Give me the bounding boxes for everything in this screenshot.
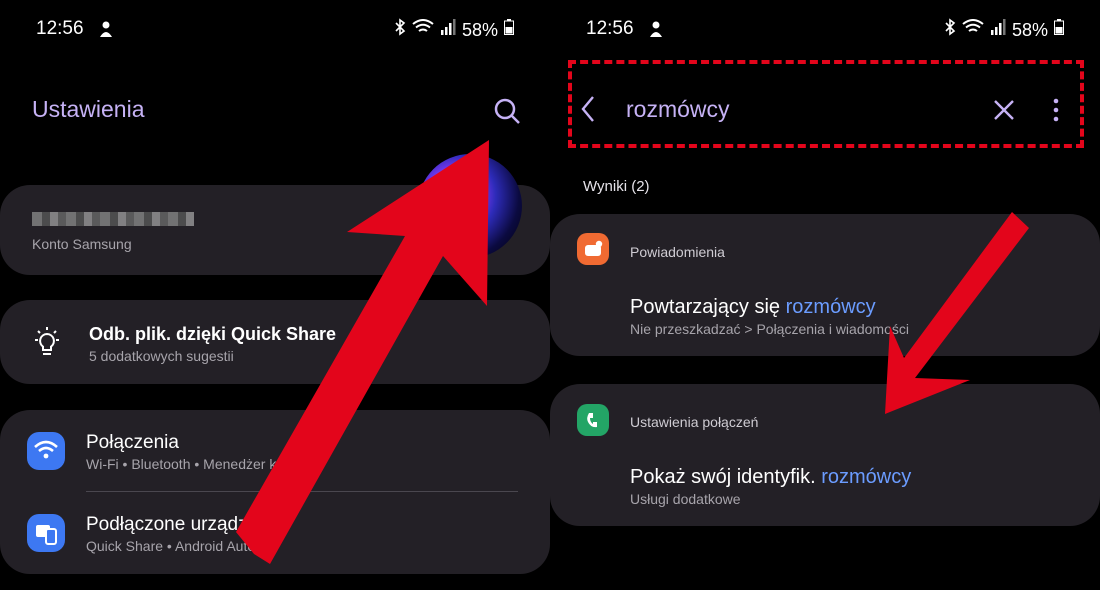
connected-devices-icon [27, 514, 65, 552]
notifications-icon [577, 233, 609, 265]
avatar[interactable] [418, 154, 522, 258]
account-label: Konto Samsung [32, 236, 132, 252]
divider [86, 491, 518, 492]
bluetooth-icon [944, 18, 956, 42]
result-category: Powiadomienia [630, 244, 725, 260]
connections-subtitle: Wi-Fi • Bluetooth • Menedżer kart SIM [86, 456, 322, 472]
result-title: Powtarzający się rozmówcy [630, 296, 876, 319]
result-category: Ustawienia połączeń [630, 414, 759, 430]
notification-icon [648, 20, 664, 44]
battery-percent: 58% [1011, 19, 1048, 40]
connected-devices-title: Podłączone urządzenia [86, 514, 284, 535]
result-title-highlight: rozmówcy [821, 466, 912, 488]
result-title: Pokaż swój identyfik. rozmówcy [630, 466, 911, 489]
result-path: Usługi dodatkowe [630, 491, 741, 507]
status-time: 12:56 [586, 18, 634, 39]
search-icon [494, 98, 520, 124]
annotation-dashed-box [568, 60, 1084, 148]
status-bar: 12:56 58% [586, 18, 1064, 44]
wifi-icon [962, 19, 984, 41]
bluetooth-icon [394, 18, 406, 42]
settings-screen: 12:56 58% Ustawienia Konto Samsung Odb. … [0, 0, 550, 590]
wifi-icon [412, 19, 434, 41]
signal-icon [990, 19, 1006, 41]
connected-devices-subtitle: Quick Share • Android Auto [86, 538, 256, 554]
blurred-account-name [32, 212, 194, 226]
result-title-highlight: rozmówcy [785, 296, 876, 318]
result-title-prefix: Pokaż swój identyfik. [630, 466, 816, 488]
battery-icon [1054, 19, 1064, 41]
connections-icon [27, 432, 65, 470]
battery-icon [504, 19, 514, 41]
status-time: 12:56 [36, 18, 84, 39]
connections-title: Połączenia [86, 432, 179, 453]
search-button[interactable] [490, 94, 524, 128]
settings-group [0, 410, 550, 574]
notification-icon [98, 20, 114, 44]
battery-percent: 58% [461, 19, 498, 40]
results-count: Wyniki (2) [583, 178, 650, 195]
status-bar: 12:56 58% [36, 18, 514, 44]
signal-icon [440, 19, 456, 41]
suggestion-subtitle: 5 dodatkowych sugestii [89, 348, 234, 364]
suggestion-title: Odb. plik. dzięki Quick Share [89, 324, 337, 344]
result-title-prefix: Powtarzający się [630, 296, 781, 318]
search-results-screen: 12:56 58% rozmówcy Wyniki (2) Powiadomie… [550, 0, 1100, 590]
page-title: Ustawienia [32, 96, 145, 122]
lightbulb-icon [30, 325, 64, 364]
result-path: Nie przeszkadzać > Połączenia i wiadomoś… [630, 321, 909, 337]
phone-icon [577, 404, 609, 436]
